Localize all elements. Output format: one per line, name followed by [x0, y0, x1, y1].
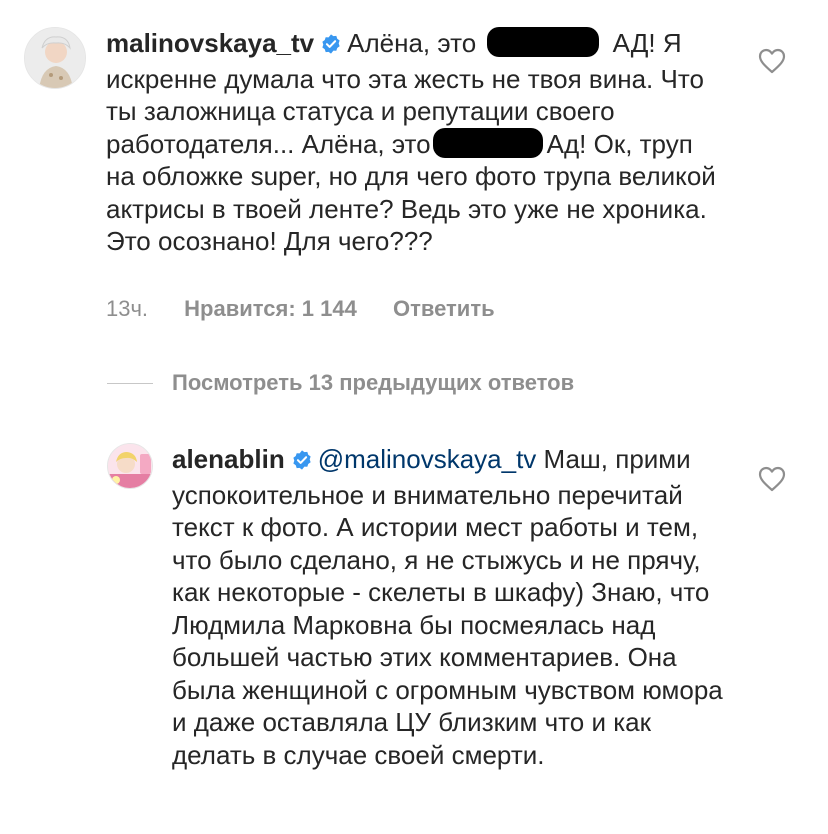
reply-username[interactable]: alenablin [172, 444, 285, 474]
reply-button[interactable]: Ответить [393, 296, 495, 321]
heart-outline-icon[interactable] [758, 48, 786, 74]
likes-count-button[interactable]: Нравится: 1 144 [184, 296, 357, 321]
redacted-block [432, 127, 543, 158]
verified-badge-icon [291, 446, 313, 479]
reply-body: Маш, прими успокоительное и внимательно … [172, 444, 723, 770]
view-replies-label: Посмотреть 13 предыдущих ответов [172, 370, 575, 395]
comment-username[interactable]: malinovskaya_tv [106, 28, 314, 58]
comment-text-part1: Алёна, это [347, 28, 484, 58]
comment-text: malinovskaya_tv Алёна, это АД! Я искренне… [106, 27, 716, 258]
divider-line [107, 382, 153, 384]
redacted-block [487, 27, 600, 57]
avatar[interactable] [24, 27, 86, 89]
verified-badge-icon [320, 30, 342, 63]
mention-link[interactable]: @malinovskaya_tv [318, 444, 537, 474]
user-avatar-icon [108, 444, 152, 488]
view-previous-replies-button[interactable]: Посмотреть 13 предыдущих ответов [107, 370, 574, 396]
comment-meta: 13ч. Нравится: 1 144 Ответить [106, 296, 525, 322]
reply-text: alenablin @malinovskaya_tv Маш, прими усп… [172, 443, 732, 771]
heart-outline-icon[interactable] [758, 466, 786, 492]
user-avatar-icon [25, 28, 85, 88]
comment-time: 13ч. [106, 296, 149, 321]
avatar[interactable] [107, 443, 153, 489]
